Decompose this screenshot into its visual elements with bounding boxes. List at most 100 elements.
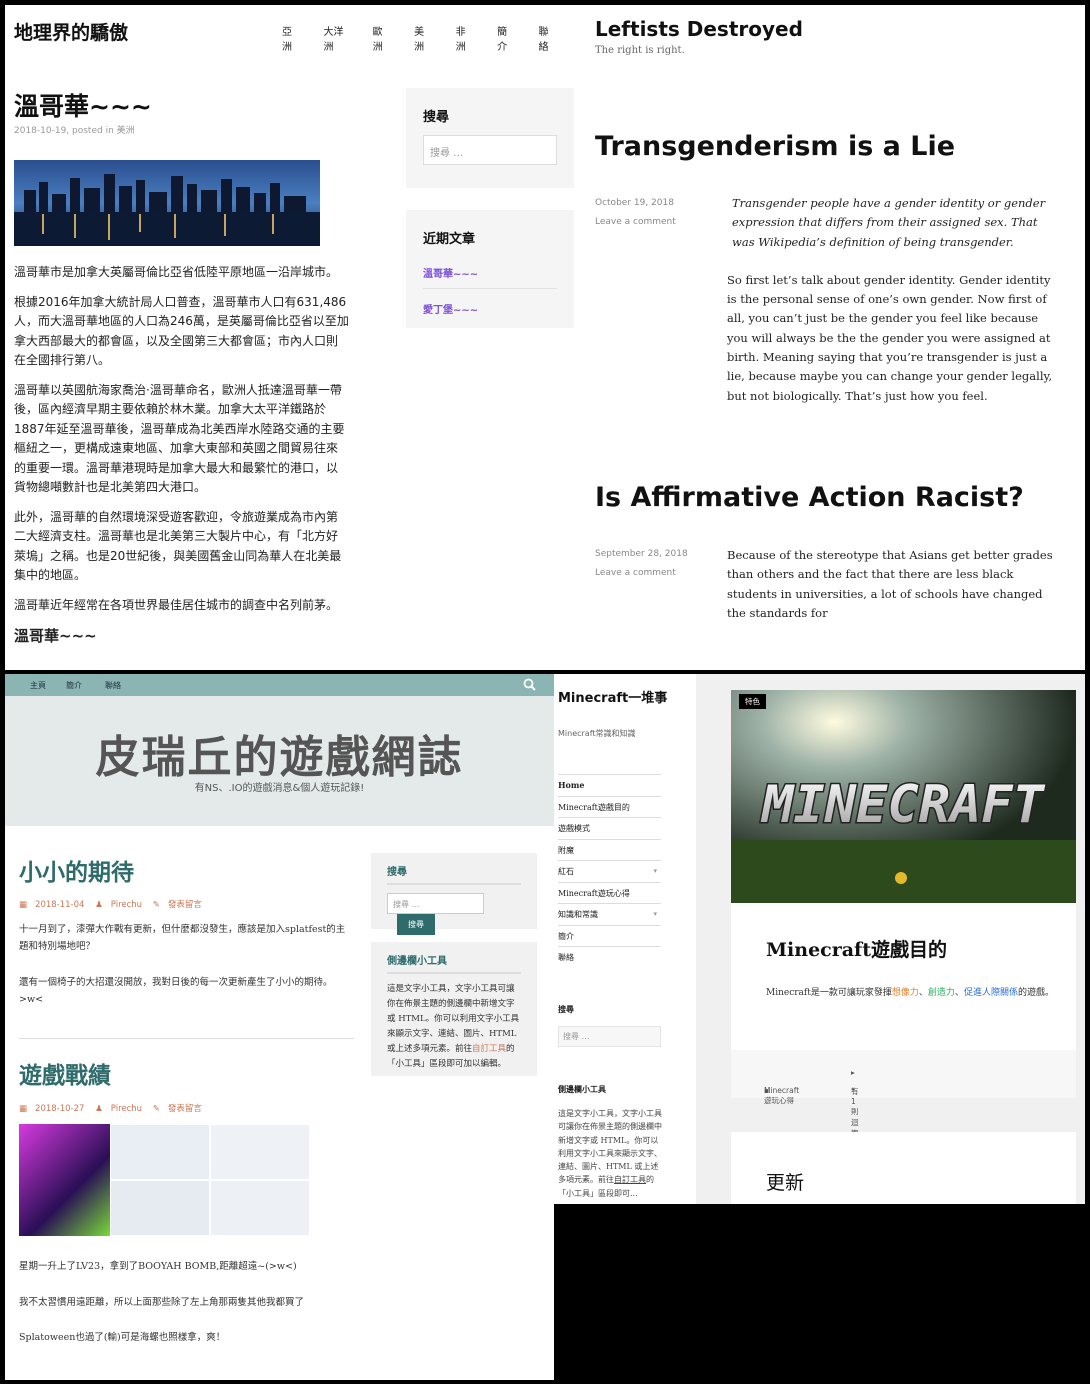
menu-item-enchanting[interactable]: 附魔 [558,840,661,861]
site-tagline: The right is right. [595,45,685,56]
menu-item-game-purpose[interactable]: Minecraft遊戲目的 [558,797,661,818]
post-body: Because of the stereotype that Asians ge… [727,546,1057,642]
post-category[interactable]: 美洲 [117,126,135,136]
chevron-down-icon: ▾ [653,910,657,918]
post-author[interactable]: Pirechu [111,900,142,910]
post-title[interactable]: 溫哥華~~~ [14,87,152,123]
search-input[interactable]: 搜尋 … [423,135,557,165]
search-input[interactable]: 搜尋 … [558,1026,661,1047]
recent-post-link[interactable]: 愛丁堡~~~ [423,289,557,324]
nav-item-contact[interactable]: 聯絡 [105,680,121,691]
post-text: Splatoween也過了(輸)可是海螺也照樣拿，爽！ [19,1332,226,1343]
nav-item-home[interactable]: 主頁 [30,680,46,691]
post-author[interactable]: Pirechu [111,1104,142,1114]
minecraft-featured-image[interactable]: MINECRAFT 特色 [731,690,1076,903]
site-title[interactable]: Minecraft一堆事 [558,690,668,707]
search-input[interactable]: 搜尋 … [387,893,484,914]
next-post-title[interactable]: 溫哥華~~~ [14,625,97,646]
post-date[interactable]: 2018-11-04 [35,900,84,910]
main-menu: Home Minecraft遊戲目的 遊戲模式 附魔 紅石 ▾ Minecraft… [558,774,661,969]
gallery-image[interactable] [19,1124,110,1236]
recent-posts-widget: 近期文章 溫哥華~~~ 愛丁堡~~~ [406,210,574,328]
menu-item-home[interactable]: Home [558,775,661,797]
customize-link[interactable]: 自訂工具 [614,1175,646,1184]
leave-comment-link[interactable]: Leave a comment [595,568,676,578]
post-card: 更新 [731,1132,1076,1204]
post-date[interactable]: September 28, 2018 [595,549,688,559]
excerpt-text: Minecraft是一款可讓玩家發揮 [766,988,892,998]
post-text: 星期一升上了LV23，拿到了BOOYAH BOMB,距離超遠~(>w<) [19,1261,297,1272]
menu-item-game-modes[interactable]: 遊戲模式 [558,818,661,840]
menu-item-contact[interactable]: 聯絡 [558,947,661,969]
site-header: 皮瑞丘的遊戲網誌 有NS、.IO的遊戲消息&個人遊玩記錄! [5,696,554,826]
leave-comment-link[interactable]: Leave a comment [595,217,676,227]
gallery-image[interactable] [110,1124,210,1180]
comments-link[interactable]: ❝ 有 1 則迴響 ▸ [851,1068,859,1138]
post-comment-link[interactable]: 發表留言 [168,1104,202,1114]
nav-item-oceania[interactable]: 大洋洲 [323,23,346,53]
gallery-image[interactable] [110,1180,210,1236]
splatoon-gallery [19,1124,311,1236]
post-paragraph: 溫哥華近年經常在各項世界最佳居住城市的調查中名列前茅。 [14,597,339,612]
menu-item-knowledge[interactable]: 知識和常識 ▾ [558,904,661,926]
search-icon[interactable] [523,678,536,691]
site-title[interactable]: 皮瑞丘的遊戲網誌 [5,721,554,785]
comment-icon: ✎ [152,1104,160,1114]
author-icon: ♟ [95,900,103,910]
widget-title: 側邊欄小工具 [387,952,521,974]
post-date[interactable]: 2018-10-27 [35,1104,84,1114]
post-excerpt: Minecraft是一款可讓玩家發揮想像力、創造力、促進人際關係的遊戲。 [766,988,1054,998]
post-divider [19,1038,354,1039]
customize-link[interactable]: 自訂工具 [472,1044,506,1054]
minecraft-logo-text: MINECRAFT [760,775,1045,835]
site-title[interactable]: Leftists Destroyed [595,17,803,41]
post-title[interactable]: Minecraft遊戲目的 [766,935,947,962]
minecraft-content-panel: MINECRAFT 特色 Minecraft遊戲目的 Minecraft是一款可… [696,674,1085,1204]
main-nav: 亞洲 大洋洲 歐洲 美洲 非洲 簡介 聯絡 [282,23,580,53]
post-paragraph: 根據2016年加拿大統計局人口普查，溫哥華市人口有631,486人，而大溫哥華地… [14,294,349,368]
author-icon: ♟ [95,1104,103,1114]
featured-post-card: MINECRAFT 特色 Minecraft遊戲目的 Minecraft是一款可… [731,690,1076,1138]
post-title[interactable]: Is Affirmative Action Racist? [595,482,1024,513]
menu-item-play-notes[interactable]: Minecraft遊玩心得 [558,883,661,904]
post-paragraph: 溫哥華市是加拿大英屬哥倫比亞省低陸平原地區一沿岸城市。 [14,265,339,279]
post-text: 十一月到了，漆彈大作戰有更新，但什麼都沒發生，應該是加入splatfest的主題… [19,924,346,952]
post-title[interactable]: 遊戲戰績 [19,1056,111,1090]
nav-item-europe[interactable]: 歐洲 [373,23,388,53]
nav-item-about[interactable]: 簡介 [497,23,512,53]
post-meta: 2018-10-19, posted in 美洲 [14,123,135,136]
widget-title: 側邊欄小工具 [558,1085,606,1094]
widget-text: 這是文字小工具，文字小工具可讓你在佈景主題的側邊欄中新增文字或 HTML。你可以… [387,982,521,1072]
nav-item-asia[interactable]: 亞洲 [282,23,297,53]
featured-badge: 特色 [739,694,766,709]
widget-text-part: 這是文字小工具，文字小工具可讓你在佈景主題的側邊欄中新增文字或 HTML。你可以… [558,1109,662,1185]
nav-item-americas[interactable]: 美洲 [414,23,429,53]
nav-item-contact[interactable]: 聯絡 [539,23,554,53]
text-widget: 側邊欄小工具 這是文字小工具，文字小工具可讓你在佈景主題的側邊欄中新增文字或 H… [371,942,537,1076]
post-body: Transgender people have a gender identit… [727,194,1057,425]
post-title[interactable]: Transgenderism is a Lie [595,131,955,162]
geography-blog-panel: 地理界的驕傲 亞洲 大洋洲 歐洲 美洲 非洲 簡介 聯絡 溫哥華~~~ 2018… [5,5,580,670]
post-date[interactable]: October 19, 2018 [595,198,674,208]
site-title[interactable]: 地理界的驕傲 [14,18,128,45]
recent-post-link[interactable]: 溫哥華~~~ [423,257,557,289]
post-title[interactable]: 小小的期待 [19,853,134,887]
gallery-image[interactable] [210,1124,310,1180]
post-text: 還有一個椅子的大招還沒開放，我對日後的每一次更新產生了小小的期待。>w< [19,977,333,1005]
menu-item-about[interactable]: 簡介 [558,926,661,947]
widget-title: 近期文章 [423,232,476,247]
post-title[interactable]: 更新 [766,1168,804,1195]
keyword-relationships: 促進人際關係 [963,988,1018,998]
post-meta: ▦ 2018-10-27 ♟ Pirechu ✎ 發表留言 [19,1102,210,1114]
post-paragraph: Because of the stereotype that Asians ge… [727,548,1053,620]
gallery-image[interactable] [210,1180,310,1236]
keyword-creativity: 創造力 [927,988,955,998]
menu-item-redstone[interactable]: 紅石 ▾ [558,861,661,883]
keyword-imagination: 想像力 [891,988,919,998]
nav-item-about[interactable]: 簡介 [66,680,82,691]
search-button[interactable]: 搜尋 [397,914,435,935]
search-widget: 搜尋 搜尋 …搜尋 [371,853,537,935]
comment-icon: ✎ [152,900,160,910]
nav-item-africa[interactable]: 非洲 [456,23,471,53]
post-comment-link[interactable]: 發表留言 [168,900,202,910]
